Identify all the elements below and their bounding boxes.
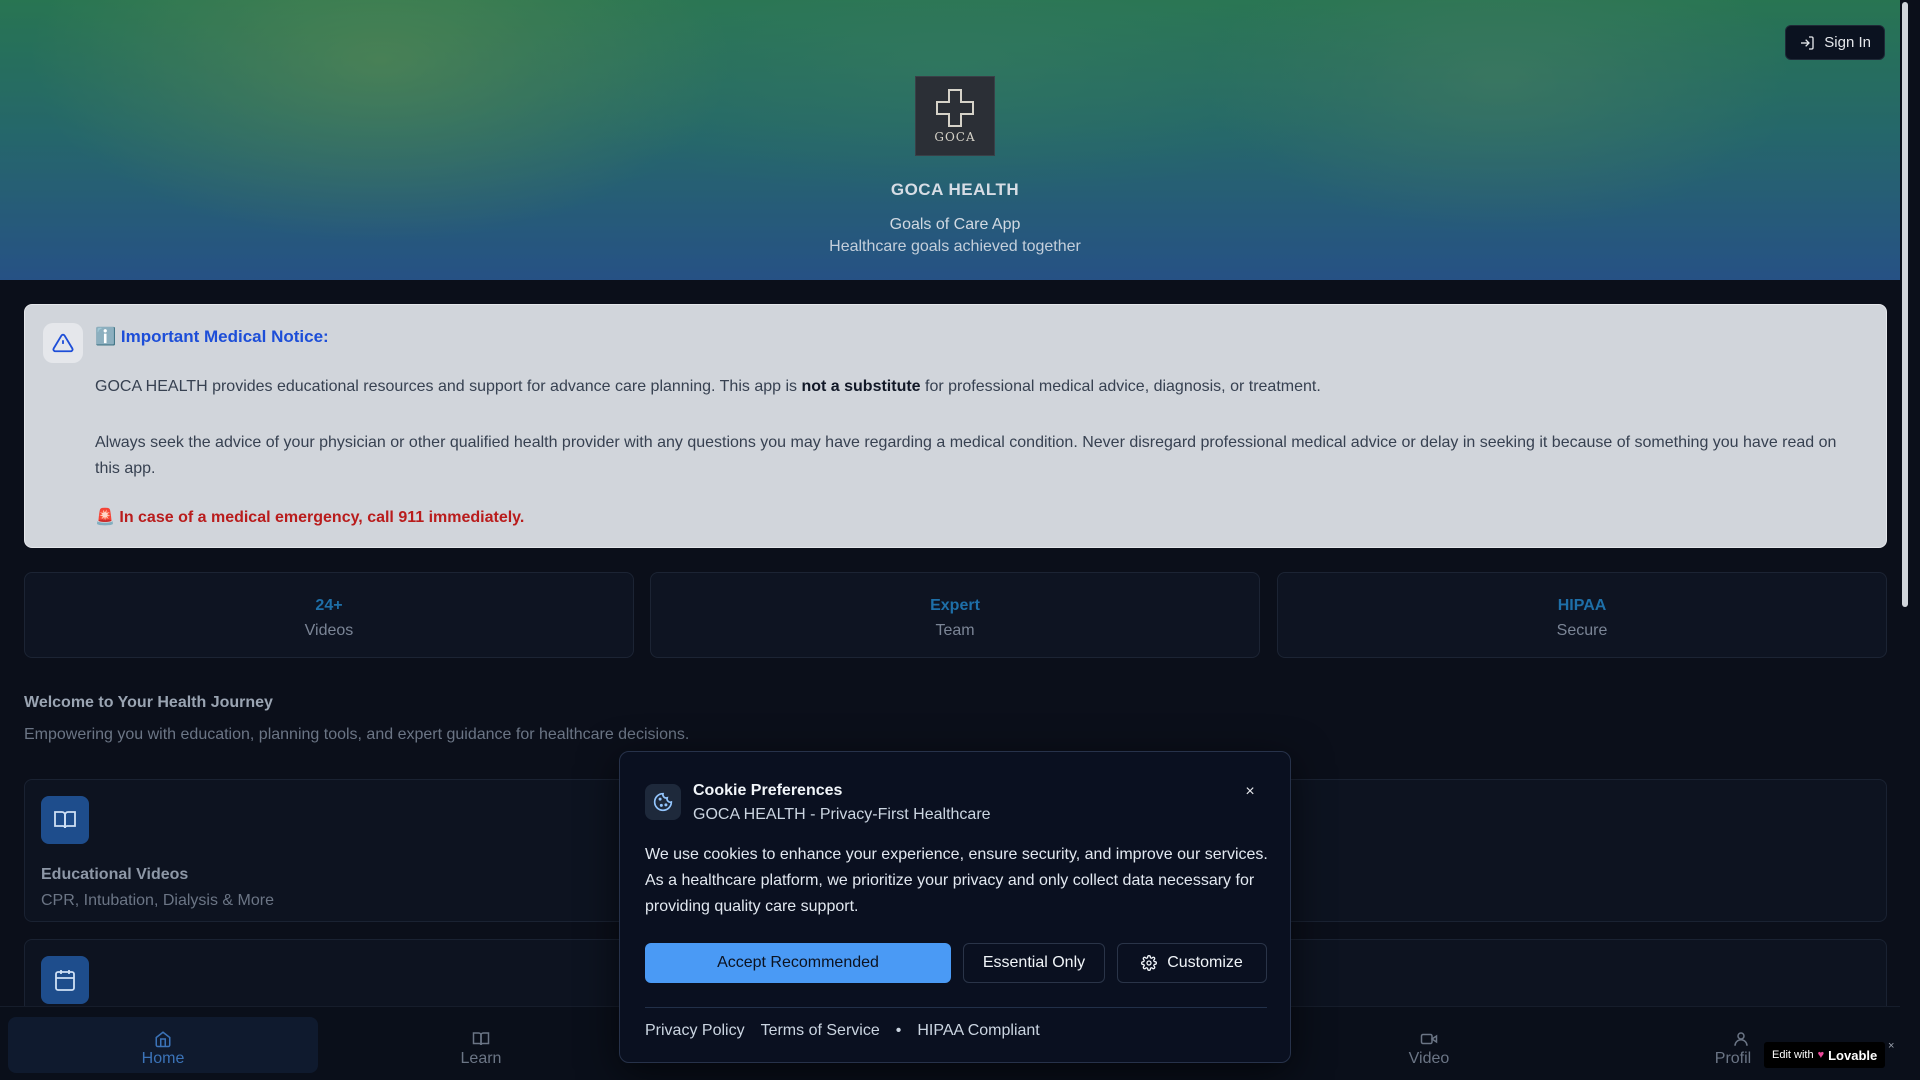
dialog-subtitle: GOCA HEALTH - Privacy-First Healthcare xyxy=(693,806,991,823)
scrollbar[interactable] xyxy=(1900,0,1910,1080)
dialog-title: Cookie Preferences xyxy=(693,782,843,799)
badge-brand: Lovable xyxy=(1828,1047,1878,1063)
customize-button[interactable]: Customize xyxy=(1117,943,1267,983)
accept-recommended-button[interactable]: Accept Recommended xyxy=(645,943,951,983)
stat-value: 24+ xyxy=(315,597,343,614)
edit-with-lovable-badge[interactable]: Edit with ♥ Lovable xyxy=(1764,1042,1886,1068)
book-icon xyxy=(472,1032,490,1046)
medical-notice: ℹ️ Important Medical Notice: GOCA HEALTH… xyxy=(24,304,1887,548)
stat-card-security: HIPAA Secure xyxy=(1277,572,1887,658)
stat-value: Expert xyxy=(930,597,980,614)
lovable-heart-icon: ♥ xyxy=(1817,1049,1825,1061)
button-label: Customize xyxy=(1167,954,1243,971)
app-logo: GOCA xyxy=(915,76,995,156)
stat-label: Secure xyxy=(1556,622,1608,639)
scrollbar-thumb[interactable] xyxy=(1902,2,1908,607)
nav-label: Learn xyxy=(460,1050,502,1067)
subtagline: Healthcare goals achieved together xyxy=(829,238,1081,255)
hipaa-compliant-link[interactable]: HIPAA Compliant xyxy=(917,1022,1039,1040)
brand-name: GOCA HEALTH xyxy=(890,180,1020,199)
nav-home[interactable]: Home xyxy=(8,1017,318,1073)
medical-cross-icon xyxy=(936,89,974,127)
page: Sign In GOCA GOCA HEALTH Goals of Care A… xyxy=(0,0,1910,1080)
stat-label: Team xyxy=(935,622,975,639)
badge-prefix: Edit with xyxy=(1772,1049,1814,1061)
card-title: Educational Videos xyxy=(41,866,189,883)
welcome-subtitle: Empowering you with education, planning … xyxy=(24,726,690,743)
welcome-title: Welcome to Your Health Journey xyxy=(24,694,273,711)
emergency-notice: 🚨 In case of a medical emergency, call 9… xyxy=(95,509,525,526)
badge-close-button[interactable]: × xyxy=(1888,1040,1894,1052)
card-subtitle: CPR, Intubation, Dialysis & More xyxy=(41,892,274,909)
terms-of-service-link[interactable]: Terms of Service xyxy=(761,1022,880,1040)
gear-icon xyxy=(1141,955,1158,971)
warning-icon xyxy=(43,323,83,363)
tagline: Goals of Care App xyxy=(889,216,1021,233)
divider xyxy=(645,1007,1267,1008)
stat-card-videos: 24+ Videos xyxy=(24,572,634,658)
nav-label: Home xyxy=(141,1050,185,1067)
sign-in-button[interactable]: Sign In xyxy=(1785,25,1885,60)
nav-learn[interactable]: Learn xyxy=(326,1017,636,1073)
policy-links: Privacy Policy Terms of Service • HIPAA … xyxy=(645,1022,1040,1040)
dialog-body: We use cookies to enhance your experienc… xyxy=(645,846,1268,915)
nav-video[interactable]: Video xyxy=(1274,1017,1584,1073)
logo-text: GOCA xyxy=(934,130,976,144)
separator: • xyxy=(895,1022,902,1039)
book-icon xyxy=(41,796,89,844)
essential-only-button[interactable]: Essential Only xyxy=(963,943,1105,983)
user-icon xyxy=(1734,1032,1748,1046)
stat-value: HIPAA xyxy=(1557,597,1607,614)
stat-label: Videos xyxy=(304,622,354,639)
privacy-policy-link[interactable]: Privacy Policy xyxy=(645,1022,745,1040)
notice-title: ℹ️ Important Medical Notice: xyxy=(95,327,329,346)
nav-label: Video xyxy=(1408,1050,1450,1067)
sign-in-icon xyxy=(1801,35,1814,50)
stat-card-team: Expert Team xyxy=(650,572,1260,658)
calendar-icon xyxy=(41,956,89,1004)
home-icon xyxy=(155,1031,171,1048)
cookie-icon xyxy=(645,784,681,820)
notice-paragraph-2: Always seek the advice of your physician… xyxy=(95,434,1837,477)
cookie-preferences-dialog: Cookie Preferences GOCA HEALTH - Privacy… xyxy=(619,751,1291,1063)
button-label: Essential Only xyxy=(982,954,1086,971)
close-icon[interactable]: × xyxy=(1240,782,1260,802)
sign-in-label: Sign In xyxy=(1824,34,1871,51)
notice-paragraph-1: GOCA HEALTH provides educational resourc… xyxy=(95,378,1321,395)
video-icon xyxy=(1420,1033,1438,1045)
